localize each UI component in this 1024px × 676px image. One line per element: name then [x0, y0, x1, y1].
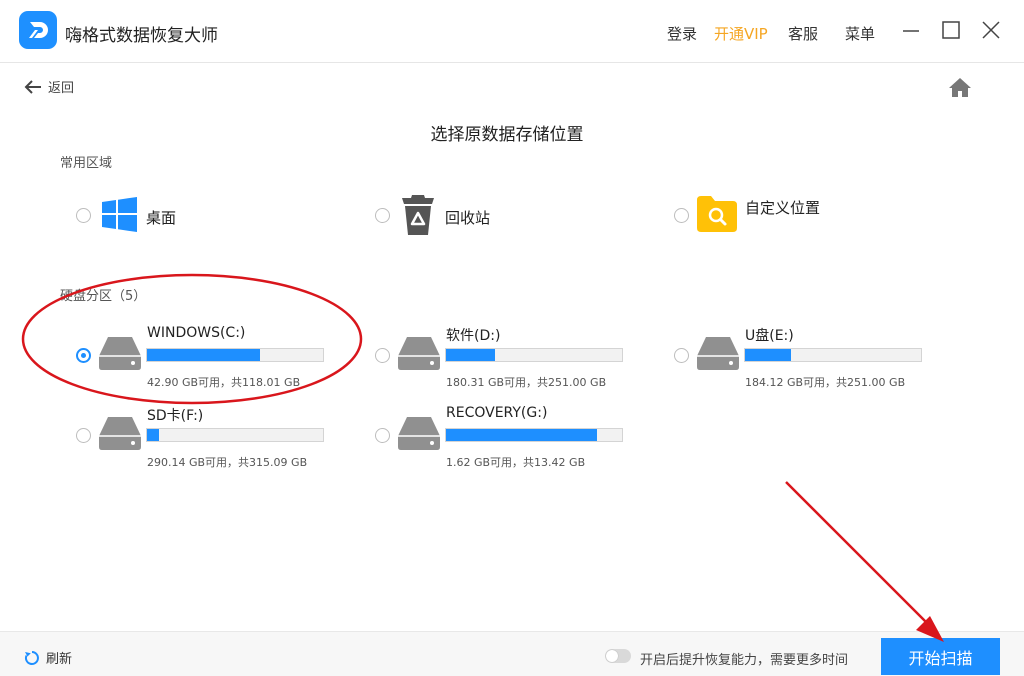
drive-g-name: RECOVERY(G:) [446, 405, 548, 421]
annotation-arrow-line [785, 481, 933, 629]
drive-f-usage-fill [147, 429, 160, 441]
title-bar: 嗨格式数据恢复大师 登录 开通VIP 客服 菜单 [0, 0, 1024, 62]
drive-g-usage-bar [445, 428, 623, 442]
drive-e-radio[interactable] [674, 348, 689, 363]
drive-d-radio[interactable] [375, 348, 390, 363]
maximize-icon[interactable] [940, 19, 962, 41]
drive-d-info: 180.31 GB可用，共251.00 GB [446, 376, 607, 389]
drive-g-usage-fill [446, 429, 598, 441]
desktop-radio[interactable] [76, 208, 91, 223]
hard-drive-icon [99, 337, 141, 370]
back-label: 返回 [48, 81, 75, 96]
back-arrow-icon [24, 79, 41, 94]
page-title: 选择原数据存储位置 [430, 125, 584, 145]
refresh-label: 刷新 [46, 652, 73, 667]
vip-link[interactable]: 开通VIP [714, 23, 768, 44]
drive-c-radio[interactable] [76, 348, 91, 363]
drive-c-name: WINDOWS(C:) [147, 325, 246, 341]
app-logo-icon [19, 11, 57, 49]
drive-f-info: 290.14 GB可用，共315.09 GB [147, 456, 308, 469]
title-divider [0, 62, 1024, 63]
drive-f-usage-bar [146, 428, 324, 442]
recycle-bin-icon [402, 195, 434, 235]
recycle-bin-radio[interactable] [375, 208, 390, 223]
hard-drive-icon [99, 417, 141, 450]
back-button[interactable]: 返回 [24, 77, 74, 96]
common-areas-label: 常用区域 [60, 156, 113, 171]
drive-c-usage-bar [146, 348, 324, 362]
desktop-label[interactable]: 桌面 [146, 207, 176, 228]
drive-e-usage-fill [745, 349, 791, 361]
drive-c-info: 42.90 GB可用，共118.01 GB [147, 376, 301, 389]
minimize-icon[interactable] [900, 19, 922, 41]
custom-folder-icon [697, 196, 737, 232]
login-link[interactable]: 登录 [667, 23, 697, 44]
enhanced-recovery-label: 开启后提升恢复能力，需要更多时间 [640, 653, 849, 668]
drive-e-usage-bar [744, 348, 922, 362]
enhanced-recovery-toggle[interactable] [605, 649, 631, 663]
drive-f-radio[interactable] [76, 428, 91, 443]
app-title: 嗨格式数据恢复大师 [65, 26, 218, 46]
hard-drive-icon [697, 337, 739, 370]
close-icon[interactable] [980, 19, 1002, 41]
refresh-button[interactable]: 刷新 [24, 648, 72, 667]
drive-d-usage-bar [445, 348, 623, 362]
drive-e-name: U盘(E:) [745, 328, 794, 344]
custom-location-label[interactable]: 自定义位置 [745, 197, 820, 218]
hard-drive-icon [398, 337, 440, 370]
drive-d-name: 软件(D:) [446, 328, 501, 344]
drive-e-info: 184.12 GB可用，共251.00 GB [745, 376, 906, 389]
drive-g-radio[interactable] [375, 428, 390, 443]
support-link[interactable]: 客服 [788, 23, 818, 44]
partitions-label: 硬盘分区（5） [60, 289, 147, 304]
start-scan-button[interactable]: 开始扫描 [881, 638, 1000, 675]
home-icon[interactable] [948, 76, 972, 98]
drive-c-usage-fill [147, 349, 260, 361]
windows-icon [102, 197, 137, 232]
menu-link[interactable]: 菜单 [845, 23, 875, 44]
recycle-bin-label[interactable]: 回收站 [445, 207, 490, 228]
drive-d-usage-fill [446, 349, 496, 361]
footer-bar [0, 631, 1024, 676]
drive-f-name: SD卡(F:) [147, 408, 204, 424]
drive-g-info: 1.62 GB可用，共13.42 GB [446, 456, 586, 469]
refresh-icon [24, 650, 39, 665]
custom-location-radio[interactable] [674, 208, 689, 223]
hard-drive-icon [398, 417, 440, 450]
